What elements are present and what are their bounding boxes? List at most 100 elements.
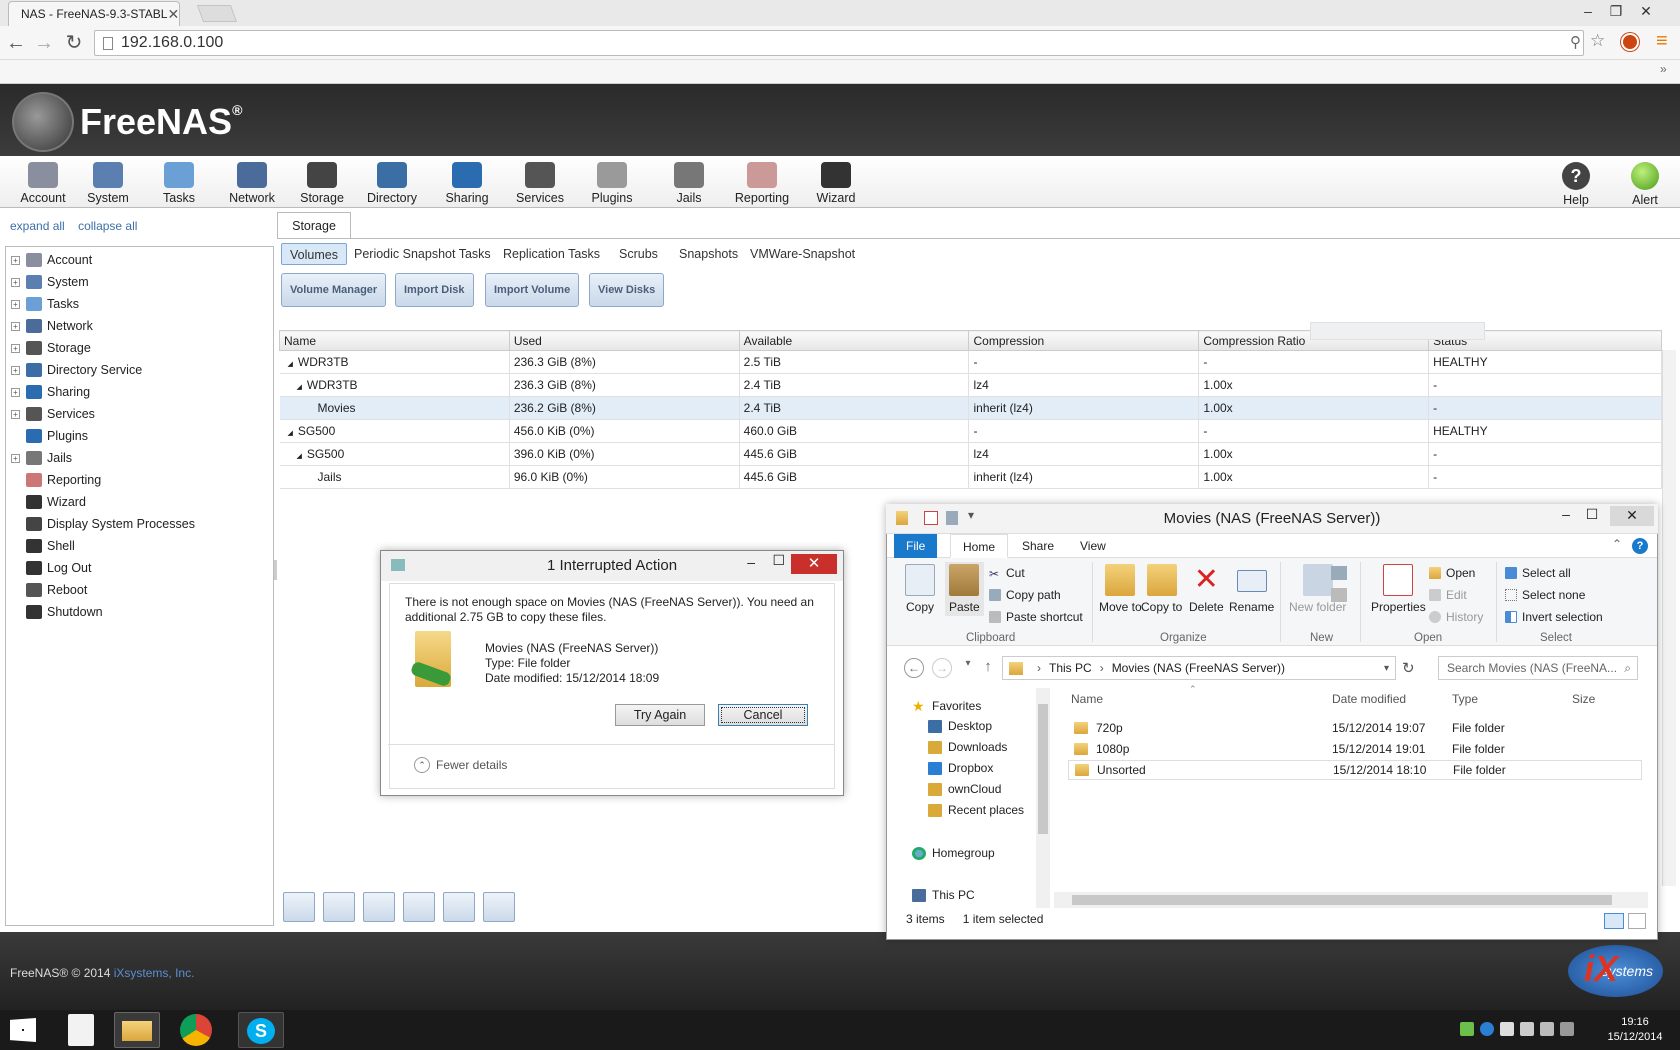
nav-desktop[interactable]: Desktop <box>928 719 992 733</box>
expand-icon[interactable]: + <box>11 277 20 287</box>
new-item-icon[interactable] <box>1331 566 1347 580</box>
subtab-volumes[interactable]: Volumes <box>281 243 347 265</box>
col-used[interactable]: Used <box>508 330 740 351</box>
up-icon[interactable]: ↑ <box>978 658 998 675</box>
taskbar-clock[interactable]: 19:16 15/12/2014 <box>1600 1015 1670 1045</box>
select-all-button[interactable]: Select all <box>1505 566 1571 580</box>
move-to-button[interactable]: Move to <box>1099 564 1142 614</box>
expand-icon[interactable]: + <box>11 321 20 331</box>
tree-item-jails[interactable]: + Jails <box>6 448 72 468</box>
back-icon[interactable]: ← <box>904 658 924 678</box>
nav-scrollbar-thumb[interactable] <box>1038 704 1048 834</box>
tree-item-network[interactable]: + Network <box>6 316 93 336</box>
topnav-services[interactable]: Services <box>505 158 575 205</box>
nav-this-pc[interactable]: This PC <box>912 888 975 902</box>
edit-options-button[interactable] <box>283 892 315 922</box>
collapse-arrow-icon[interactable]: ◢ <box>288 361 293 368</box>
expand-all-link[interactable]: expand all <box>10 219 65 233</box>
topnav-wizard[interactable]: Wizard <box>801 158 871 205</box>
breadcrumb-this-pc[interactable]: This PC <box>1049 661 1092 675</box>
col-date-modified[interactable]: Date modified <box>1332 692 1406 706</box>
import-volume-button[interactable]: Import Volume <box>485 273 580 307</box>
more-bookmarks-icon[interactable]: » <box>1660 62 1667 76</box>
tab-share[interactable]: Share <box>1010 534 1066 558</box>
table-scrollbar[interactable] <box>1662 350 1676 886</box>
explorer-search-input[interactable]: Search Movies (NAS (FreeNA... ⌕ <box>1438 656 1638 680</box>
collapse-arrow-icon[interactable]: ◢ <box>297 453 302 460</box>
topnav-network[interactable]: Network <box>217 158 287 205</box>
pin-icon[interactable]: ⚲ <box>1570 33 1581 51</box>
refresh-icon[interactable]: ↻ <box>1402 659 1415 677</box>
easy-access-icon[interactable] <box>1331 588 1347 602</box>
nav-recent-places[interactable]: Recent places <box>928 803 1024 817</box>
col-compression[interactable]: Compression <box>968 330 1200 351</box>
tray-shield-icon[interactable] <box>1460 1022 1474 1036</box>
subtab-vmware-snapshot[interactable]: VMWare-Snapshot <box>742 243 863 265</box>
tree-item-display-system-processes[interactable]: Display System Processes <box>6 514 195 534</box>
volume-status-button[interactable] <box>483 892 515 922</box>
delete-button[interactable]: ✕ Delete <box>1189 564 1224 615</box>
back-icon[interactable]: ← <box>4 32 28 54</box>
expand-icon[interactable]: + <box>11 453 20 463</box>
explorer-maximize-icon[interactable]: ☐ <box>1580 506 1604 523</box>
subtab-replication-tasks[interactable]: Replication Tasks <box>495 243 608 265</box>
col-available[interactable]: Available <box>738 330 970 351</box>
table-row[interactable]: ◢ WDR3TB 236.3 GiB (8%) 2.4 TiB lz4 1.00x - <box>279 373 1662 397</box>
tree-item-services[interactable]: + Services <box>6 404 95 424</box>
col-name[interactable]: Name <box>279 330 510 351</box>
collapse-all-link[interactable]: collapse all <box>78 219 137 233</box>
tree-item-plugins[interactable]: Plugins <box>6 426 88 446</box>
tree-item-account[interactable]: + Account <box>6 250 92 270</box>
tree-item-sharing[interactable]: + Sharing <box>6 382 90 402</box>
explorer-taskbar-icon[interactable] <box>114 1012 160 1048</box>
topnav-storage[interactable]: Storage <box>287 158 357 205</box>
ribbon-collapse-icon[interactable]: ⌃ <box>1612 537 1622 551</box>
file-row[interactable]: 1080p 15/12/2014 19:01 File folder <box>1068 739 1642 759</box>
tree-item-log-out[interactable]: Log Out <box>6 558 91 578</box>
nav-scrollbar[interactable] <box>1036 688 1050 908</box>
import-disk-button[interactable]: Import Disk <box>395 273 474 307</box>
nav-homegroup[interactable]: Homegroup <box>912 846 995 860</box>
col-name[interactable]: Name <box>1071 692 1103 706</box>
tray-v-icon[interactable] <box>1500 1022 1514 1036</box>
nav-owncloud[interactable]: ownCloud <box>928 782 1001 796</box>
topnav-directory[interactable]: Directory <box>357 158 427 205</box>
paste-button[interactable]: Paste <box>945 562 984 616</box>
quick-access-dropdown-icon[interactable]: ▾ <box>968 508 974 522</box>
tree-item-reboot[interactable]: Reboot <box>6 580 87 600</box>
subtab-snapshots[interactable]: Snapshots <box>671 243 746 265</box>
tree-item-shutdown[interactable]: Shutdown <box>6 602 103 622</box>
invert-selection-button[interactable]: Invert selection <box>1505 610 1603 624</box>
col-type[interactable]: Type <box>1452 692 1478 706</box>
copy-path-button[interactable]: Copy path <box>989 588 1061 602</box>
details-view-icon[interactable] <box>1604 913 1624 929</box>
recent-locations-icon[interactable]: ▾ <box>958 658 978 669</box>
browser-minimize-icon[interactable]: – <box>1574 0 1602 22</box>
browser-restore-icon[interactable]: ❐ <box>1602 0 1630 22</box>
new-tab-button[interactable] <box>196 5 238 22</box>
properties-button[interactable]: Properties <box>1371 564 1426 614</box>
tray-flag-icon[interactable] <box>1560 1022 1574 1036</box>
tree-item-wizard[interactable]: Wizard <box>6 492 86 512</box>
tree-item-tasks[interactable]: + Tasks <box>6 294 79 314</box>
hscroll-thumb[interactable] <box>1072 895 1612 905</box>
volume-manager-button[interactable]: Volume Manager <box>281 273 387 307</box>
view-disks-button[interactable]: View Disks <box>589 273 665 307</box>
try-again-button[interactable]: Try Again <box>615 704 705 726</box>
copy-to-button[interactable]: Copy to <box>1141 564 1182 614</box>
horizontal-scrollbar[interactable] <box>1054 892 1648 908</box>
subtab-periodic-snapshot-tasks[interactable]: Periodic Snapshot Tasks <box>346 243 499 265</box>
start-icon[interactable] <box>10 1018 36 1042</box>
topnav-jails[interactable]: Jails <box>654 158 724 205</box>
expand-icon[interactable]: + <box>11 387 20 397</box>
select-none-button[interactable]: Select none <box>1505 588 1585 602</box>
address-bar[interactable]: 192.168.0.100 <box>94 30 1584 56</box>
tree-item-system[interactable]: + System <box>6 272 89 292</box>
table-row[interactable]: ◢ WDR3TB 236.3 GiB (8%) 2.5 TiB - - HEALTHY <box>279 350 1662 374</box>
tab-home[interactable]: Home <box>950 534 1009 558</box>
dialog-close-icon[interactable]: ✕ <box>791 554 837 574</box>
breadcrumb-movies[interactable]: Movies (NAS (FreeNAS Server)) <box>1112 661 1285 675</box>
help-icon[interactable]: ? <box>1632 538 1648 554</box>
explorer-address-bar[interactable]: › This PC › Movies (NAS (FreeNAS Server)… <box>1002 656 1396 680</box>
bookmark-star-icon[interactable]: ☆ <box>1590 31 1605 51</box>
